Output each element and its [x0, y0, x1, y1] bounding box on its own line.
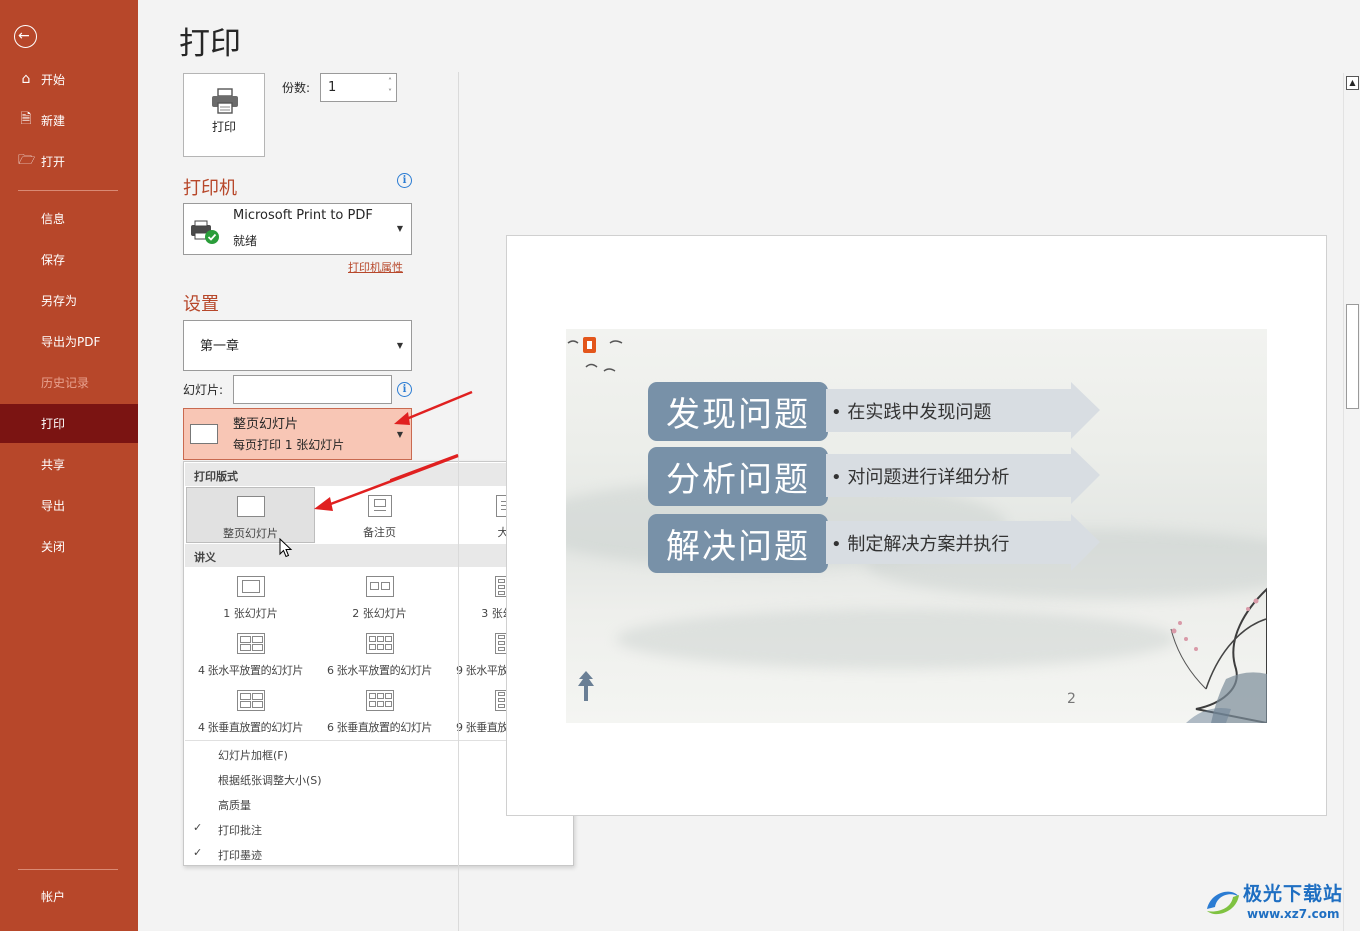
- checkmark-icon: ✓: [193, 821, 203, 834]
- handout-label: 4 张水平放置的幻灯片: [197, 664, 304, 677]
- checkmark-icon: ✓: [193, 846, 203, 859]
- open-folder-icon: 🗁: [18, 152, 36, 168]
- preview-scrollbar[interactable]: ▲: [1343, 73, 1360, 931]
- nav-new[interactable]: 🗎 新建: [0, 101, 138, 139]
- backstage-sidebar: ← ⌂ 开始 🗎 新建 🗁 打开 信息 保存 另存为 导出为PDF 历史记录 打印 共…: [0, 0, 138, 931]
- settings-section-title: 设置: [183, 294, 219, 315]
- print-range-value: 第一章: [200, 339, 240, 354]
- slides-input[interactable]: [233, 375, 392, 404]
- slide-preview: 发现问题 • 在实践中发现问题 分析问题 • 对问题进行详细分析 解决问题 • …: [566, 329, 1267, 723]
- nav-close[interactable]: 关闭: [0, 527, 138, 565]
- swirl-logo-icon: [1207, 891, 1239, 915]
- slides-label: 幻灯片:: [183, 383, 224, 397]
- copies-value: 1: [328, 80, 337, 95]
- slide-row-text: • 制定解决方案并执行: [831, 534, 1010, 555]
- sidebar-divider: [18, 190, 118, 191]
- scrollbar-thumb[interactable]: [1346, 304, 1359, 409]
- handout-6-vertical[interactable]: 6 张垂直放置的幻灯片: [315, 682, 444, 738]
- nav-share[interactable]: 共享: [0, 445, 138, 483]
- print-button[interactable]: 打印: [183, 73, 265, 157]
- slide-tag: 分析问题: [648, 447, 828, 506]
- full-page-slide-icon: [236, 496, 265, 517]
- nav-home[interactable]: ⌂ 开始: [0, 60, 138, 98]
- handout-6v-icon: [365, 690, 394, 711]
- new-doc-icon: 🗎: [20, 111, 32, 127]
- slide-tag: 发现问题: [648, 382, 828, 441]
- printer-section-title: 打印机: [183, 178, 237, 199]
- nav-account[interactable]: 帐户: [0, 877, 138, 915]
- layout-label: 整页幻灯片: [223, 527, 278, 540]
- pagoda-icon: [578, 671, 594, 701]
- slide-tag: 解决问题: [648, 514, 828, 573]
- watermark-text: 极光下载站: [1243, 883, 1344, 905]
- print-range-dropdown[interactable]: 第一章 ▼: [183, 320, 412, 371]
- handout-1-icon: [236, 576, 265, 597]
- annotation-arrow: [314, 454, 459, 511]
- full-page-slide-icon: [190, 424, 218, 444]
- option-print-ink[interactable]: ✓ 打印墨迹: [185, 841, 572, 866]
- printer-dropdown[interactable]: Microsoft Print to PDF 就绪 ▼: [183, 203, 412, 255]
- handout-6h-icon: [365, 633, 394, 654]
- copies-label: 份数:: [282, 81, 311, 95]
- nav-history: 历史记录: [41, 375, 90, 390]
- printer-icon: [212, 88, 238, 114]
- slide-row-text: • 在实践中发现问题: [831, 402, 992, 423]
- nav-open[interactable]: 🗁 打开: [0, 142, 138, 180]
- mist-shape: [616, 609, 1176, 669]
- layout-label: 备注页: [363, 526, 396, 539]
- option-print-comments[interactable]: ✓ 打印批注: [185, 816, 572, 841]
- layout-title: 整页幻灯片: [233, 417, 299, 432]
- info-icon[interactable]: i: [397, 173, 412, 188]
- handout-label: 6 张水平放置的幻灯片: [326, 664, 433, 677]
- nav-export[interactable]: 导出: [0, 486, 138, 524]
- sidebar-divider: [18, 869, 118, 870]
- handout-1-slide[interactable]: 1 张幻灯片: [186, 568, 315, 624]
- mouse-cursor-icon: [279, 538, 293, 558]
- home-icon: ⌂: [21, 71, 31, 87]
- watermark-url: www.xz7.com: [1247, 907, 1340, 921]
- slide-row-text: • 对问题进行详细分析: [831, 467, 1010, 488]
- nav-export-pdf[interactable]: 导出为PDF: [0, 322, 138, 360]
- layout-full-page-slide[interactable]: 整页幻灯片: [186, 487, 315, 543]
- handout-label: 1 张幻灯片: [223, 607, 278, 620]
- chevron-down-icon: ▼: [396, 341, 403, 350]
- handout-4v-icon: [236, 690, 265, 711]
- handout-label: 4 张垂直放置的幻灯片: [197, 721, 304, 734]
- handout-label: 6 张垂直放置的幻灯片: [326, 721, 433, 734]
- handout-2-icon: [365, 576, 394, 597]
- scroll-up-icon[interactable]: ▲: [1346, 76, 1359, 90]
- back-arrow-icon[interactable]: ←: [14, 25, 37, 48]
- copies-spinner[interactable]: 1 ˄ ˅: [320, 73, 397, 102]
- printer-ready-icon: [191, 220, 219, 244]
- printer-status: 就绪: [233, 234, 258, 248]
- watermark-logo: 极光下载站 www.xz7.com: [1203, 877, 1353, 925]
- page-title: 打印: [179, 26, 241, 62]
- nav-info[interactable]: 信息: [0, 199, 138, 237]
- handout-6-horizontal[interactable]: 6 张水平放置的幻灯片: [315, 625, 444, 681]
- chevron-down-icon: ▼: [396, 224, 403, 233]
- handout-4h-icon: [236, 633, 265, 654]
- spinner-arrows-icon[interactable]: ˄ ˅: [388, 76, 392, 98]
- nav-print[interactable]: 打印: [0, 404, 138, 443]
- nav-save-as[interactable]: 另存为: [0, 281, 138, 319]
- page-number: 2: [1067, 691, 1076, 707]
- handout-4-horizontal[interactable]: 4 张水平放置的幻灯片: [186, 625, 315, 681]
- handout-2-slides[interactable]: 2 张幻灯片: [315, 568, 444, 624]
- ink-landscape-icon: [1170, 587, 1267, 723]
- printer-name: Microsoft Print to PDF: [233, 208, 373, 223]
- nav-save[interactable]: 保存: [0, 240, 138, 278]
- office-logo-icon: [567, 337, 623, 372]
- print-button-label: 打印: [211, 120, 236, 134]
- printer-properties-link[interactable]: 打印机属性: [348, 259, 403, 275]
- handout-label: 2 张幻灯片: [352, 607, 407, 620]
- handout-4-vertical[interactable]: 4 张垂直放置的幻灯片: [186, 682, 315, 738]
